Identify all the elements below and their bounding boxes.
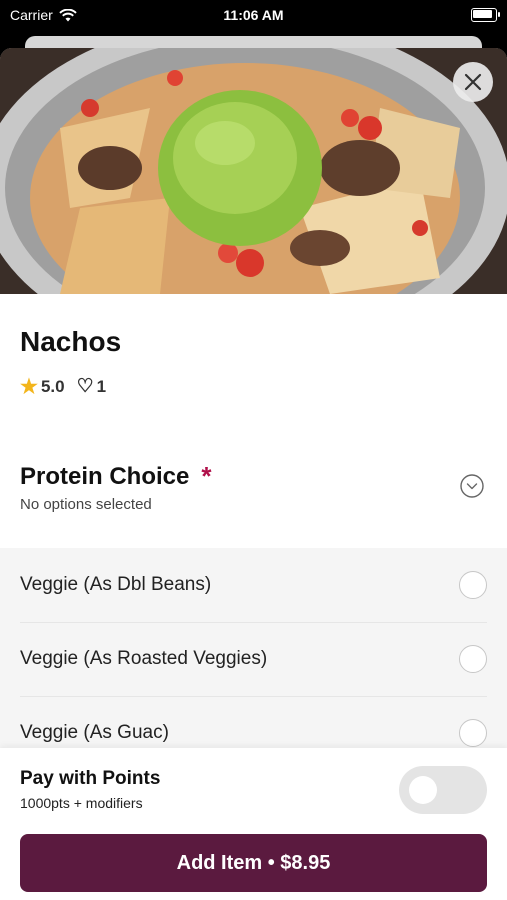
close-icon [464, 73, 482, 91]
item-sheet: Nachos ★ 5.0 ♡ 1 Protein Choice * No opt… [0, 48, 507, 900]
protein-options-list: Veggie (As Dbl Beans) Veggie (As Roasted… [0, 548, 507, 771]
protein-section-title: Protein Choice * [20, 461, 211, 492]
points-toggle[interactable] [399, 766, 487, 814]
option-label: Veggie (As Guac) [20, 722, 169, 743]
toggle-knob [409, 776, 437, 804]
radio-icon[interactable] [459, 571, 487, 599]
heart-icon[interactable]: ♡ [77, 375, 94, 398]
item-meta: ★ 5.0 ♡ 1 [20, 374, 106, 399]
status-time: 11:06 AM [223, 7, 284, 23]
option-row-roasted-veggies[interactable]: Veggie (As Roasted Veggies) [20, 622, 487, 697]
star-icon: ★ [20, 376, 38, 398]
radio-icon[interactable] [459, 645, 487, 673]
option-row-dbl-beans[interactable]: Veggie (As Dbl Beans) [20, 548, 487, 623]
battery-icon [471, 8, 500, 22]
checkout-footer: Pay with Points 1000pts + modifiers Add … [0, 748, 507, 900]
option-label: Veggie (As Dbl Beans) [20, 574, 212, 595]
points-subtitle: 1000pts + modifiers [20, 795, 143, 811]
required-indicator: * [201, 461, 212, 491]
rating-value: 5.0 [40, 376, 65, 396]
chevron-down-icon[interactable] [460, 474, 484, 498]
likes-count: 1 [96, 376, 107, 396]
protein-subtitle: No options selected [20, 496, 152, 513]
add-item-button[interactable]: Add Item • $8.95 [20, 834, 487, 892]
item-photo [0, 48, 507, 294]
radio-icon[interactable] [459, 719, 487, 747]
close-button[interactable] [453, 62, 493, 102]
status-bar: Carrier 11:06 AM [0, 0, 507, 32]
protein-title-text: Protein Choice [20, 462, 190, 490]
option-label: Veggie (As Roasted Veggies) [20, 648, 268, 669]
points-title: Pay with Points [20, 768, 161, 789]
item-title: Nachos [20, 326, 122, 357]
